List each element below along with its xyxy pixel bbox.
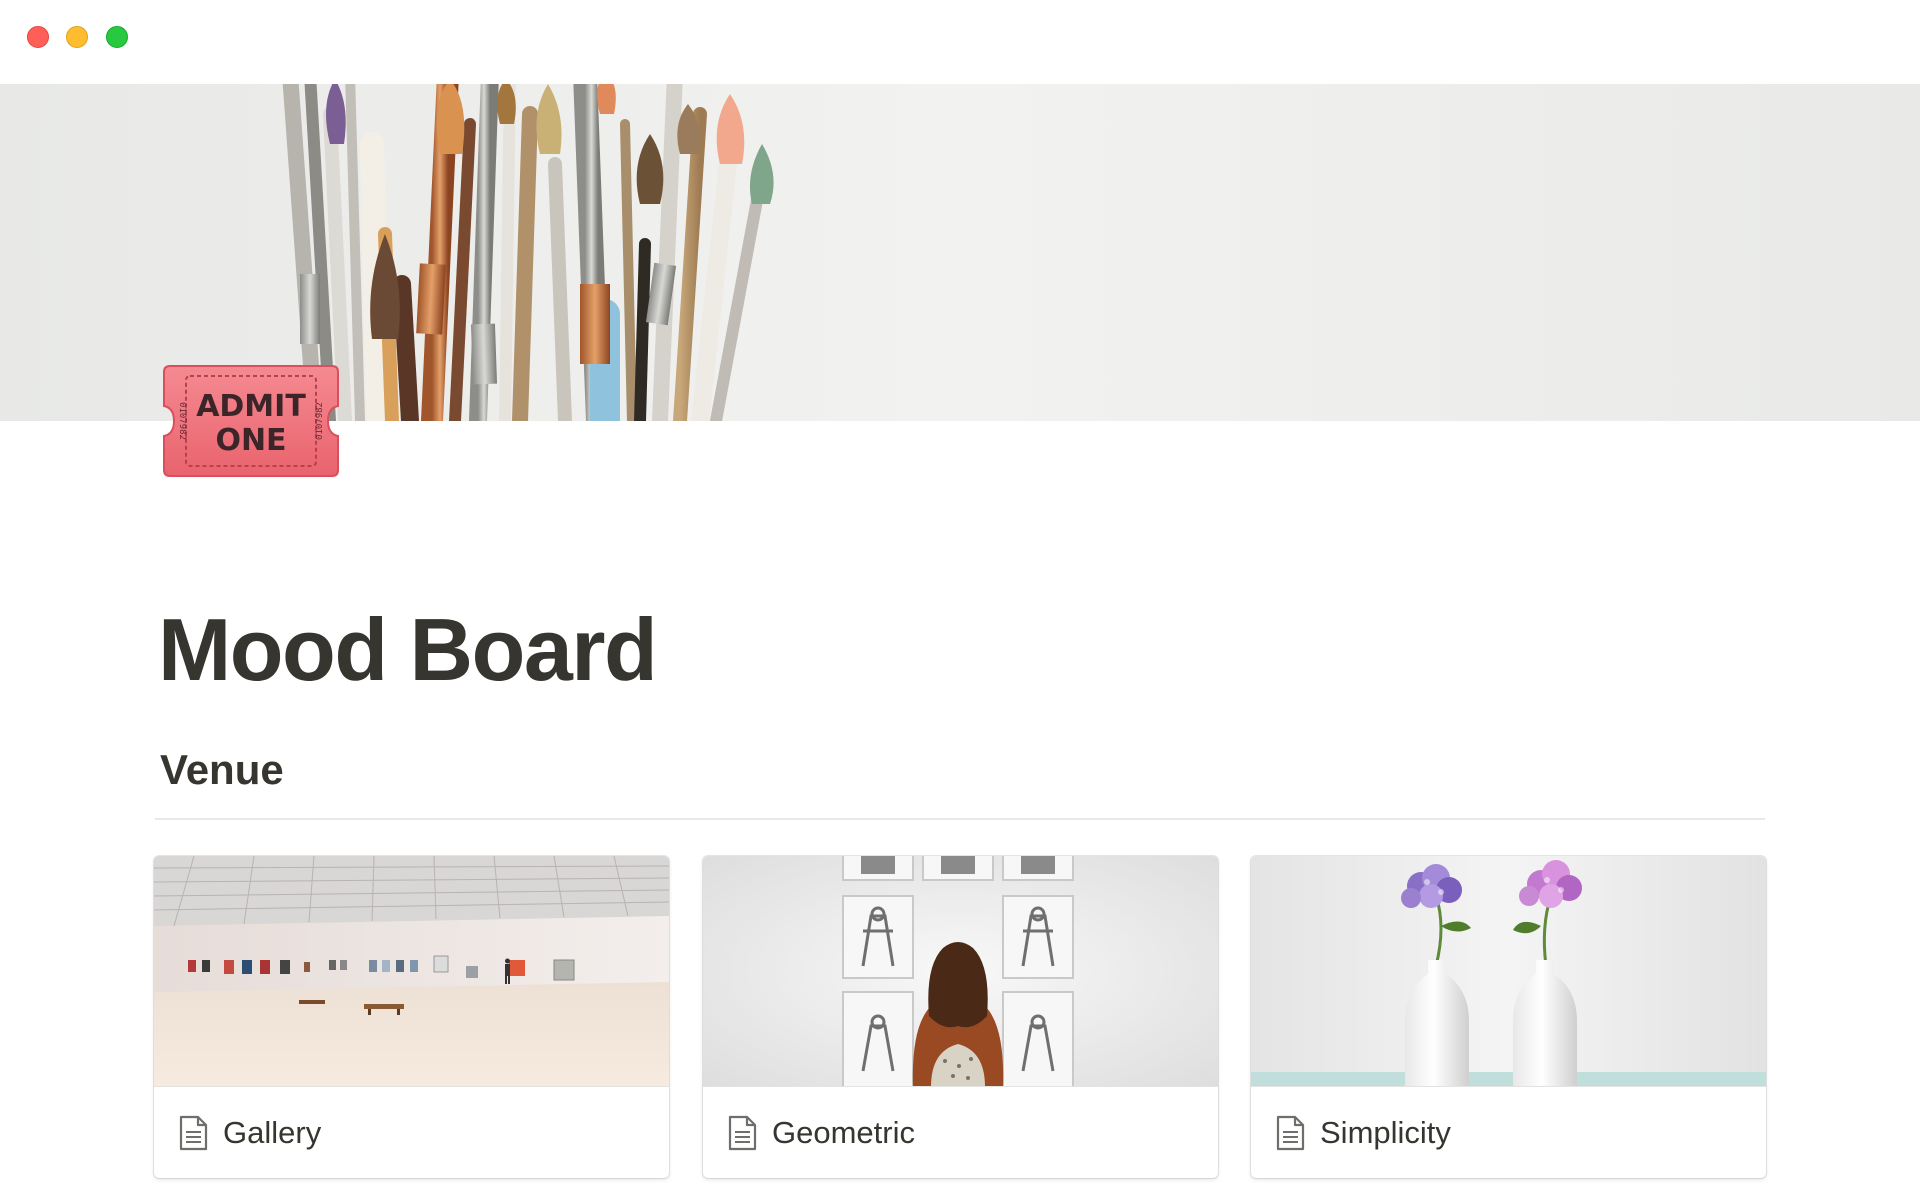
ticket-text-one: ONE bbox=[215, 423, 286, 458]
card-title: Geometric bbox=[772, 1114, 915, 1150]
page-icon bbox=[728, 1115, 757, 1150]
card-footer: Simplicity bbox=[1251, 1087, 1766, 1178]
page-icon bbox=[1276, 1115, 1305, 1150]
page-icon bbox=[179, 1115, 208, 1150]
section-divider bbox=[155, 818, 1765, 820]
card-footer: Gallery bbox=[154, 1087, 669, 1178]
window-close-button[interactable] bbox=[27, 26, 49, 48]
card-cover-image bbox=[703, 856, 1218, 1087]
section-heading-venue[interactable]: Venue bbox=[160, 742, 284, 798]
admit-one-ticket-icon[interactable]: ADMIT ONE 0107982 0107982 bbox=[162, 360, 340, 482]
svg-text:0107982: 0107982 bbox=[177, 402, 187, 440]
page-title[interactable]: Mood Board bbox=[158, 596, 658, 704]
venue-gallery: Gallery Geometric Simplicity bbox=[154, 856, 1766, 1178]
window-maximize-button[interactable] bbox=[106, 26, 128, 48]
svg-text:0107982: 0107982 bbox=[315, 402, 325, 440]
window-titlebar bbox=[0, 0, 1920, 84]
card-cover-image bbox=[1251, 856, 1766, 1087]
gallery-card[interactable]: Gallery bbox=[154, 856, 669, 1178]
card-cover-image bbox=[154, 856, 669, 1087]
ticket-text-admit: ADMIT bbox=[196, 389, 306, 424]
card-footer: Geometric bbox=[703, 1087, 1218, 1178]
geometric-card[interactable]: Geometric bbox=[703, 856, 1218, 1178]
simplicity-card[interactable]: Simplicity bbox=[1251, 856, 1766, 1178]
window-minimize-button[interactable] bbox=[66, 26, 88, 48]
card-title: Gallery bbox=[223, 1114, 322, 1150]
card-title: Simplicity bbox=[1320, 1114, 1451, 1150]
